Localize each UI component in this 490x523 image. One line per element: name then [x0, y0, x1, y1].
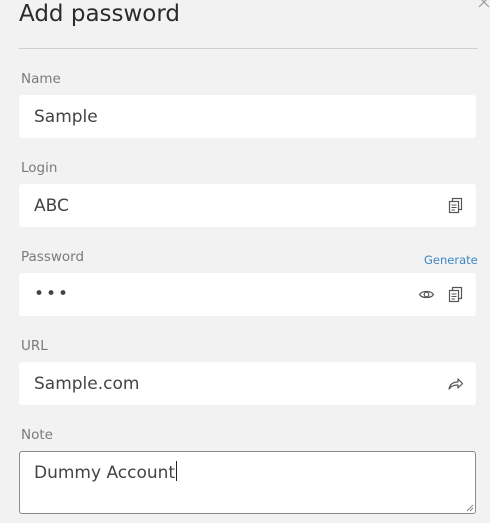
eye-icon[interactable] — [418, 286, 435, 303]
login-label: Login — [21, 160, 58, 176]
url-value: Sample.com — [34, 374, 140, 394]
password-field[interactable]: ••• — [19, 273, 476, 316]
password-label: Password — [21, 249, 85, 265]
title-divider — [19, 48, 478, 49]
open-link-icon[interactable] — [447, 375, 464, 392]
name-label: Name — [21, 71, 61, 87]
password-value: ••• — [34, 284, 71, 304]
name-field[interactable]: Sample — [19, 95, 476, 138]
add-password-dialog: Add password Name Sample Login ABC Passw… — [0, 0, 490, 523]
copy-icon[interactable] — [447, 197, 464, 214]
resize-grip-icon[interactable] — [466, 504, 474, 512]
generate-link[interactable]: Generate — [424, 253, 478, 267]
name-value: Sample — [34, 107, 98, 127]
close-icon[interactable] — [476, 0, 490, 10]
note-label: Note — [21, 427, 53, 443]
url-label: URL — [21, 338, 48, 354]
url-field[interactable]: Sample.com — [19, 362, 476, 405]
copy-icon[interactable] — [447, 286, 464, 303]
text-caret — [176, 461, 178, 481]
login-value: ABC — [34, 196, 69, 216]
note-text: Dummy Account — [34, 463, 176, 483]
note-value: Dummy Account — [34, 461, 178, 484]
dialog-title: Add password — [19, 1, 181, 27]
note-textarea[interactable]: Dummy Account — [19, 451, 476, 514]
login-field[interactable]: ABC — [19, 184, 476, 227]
